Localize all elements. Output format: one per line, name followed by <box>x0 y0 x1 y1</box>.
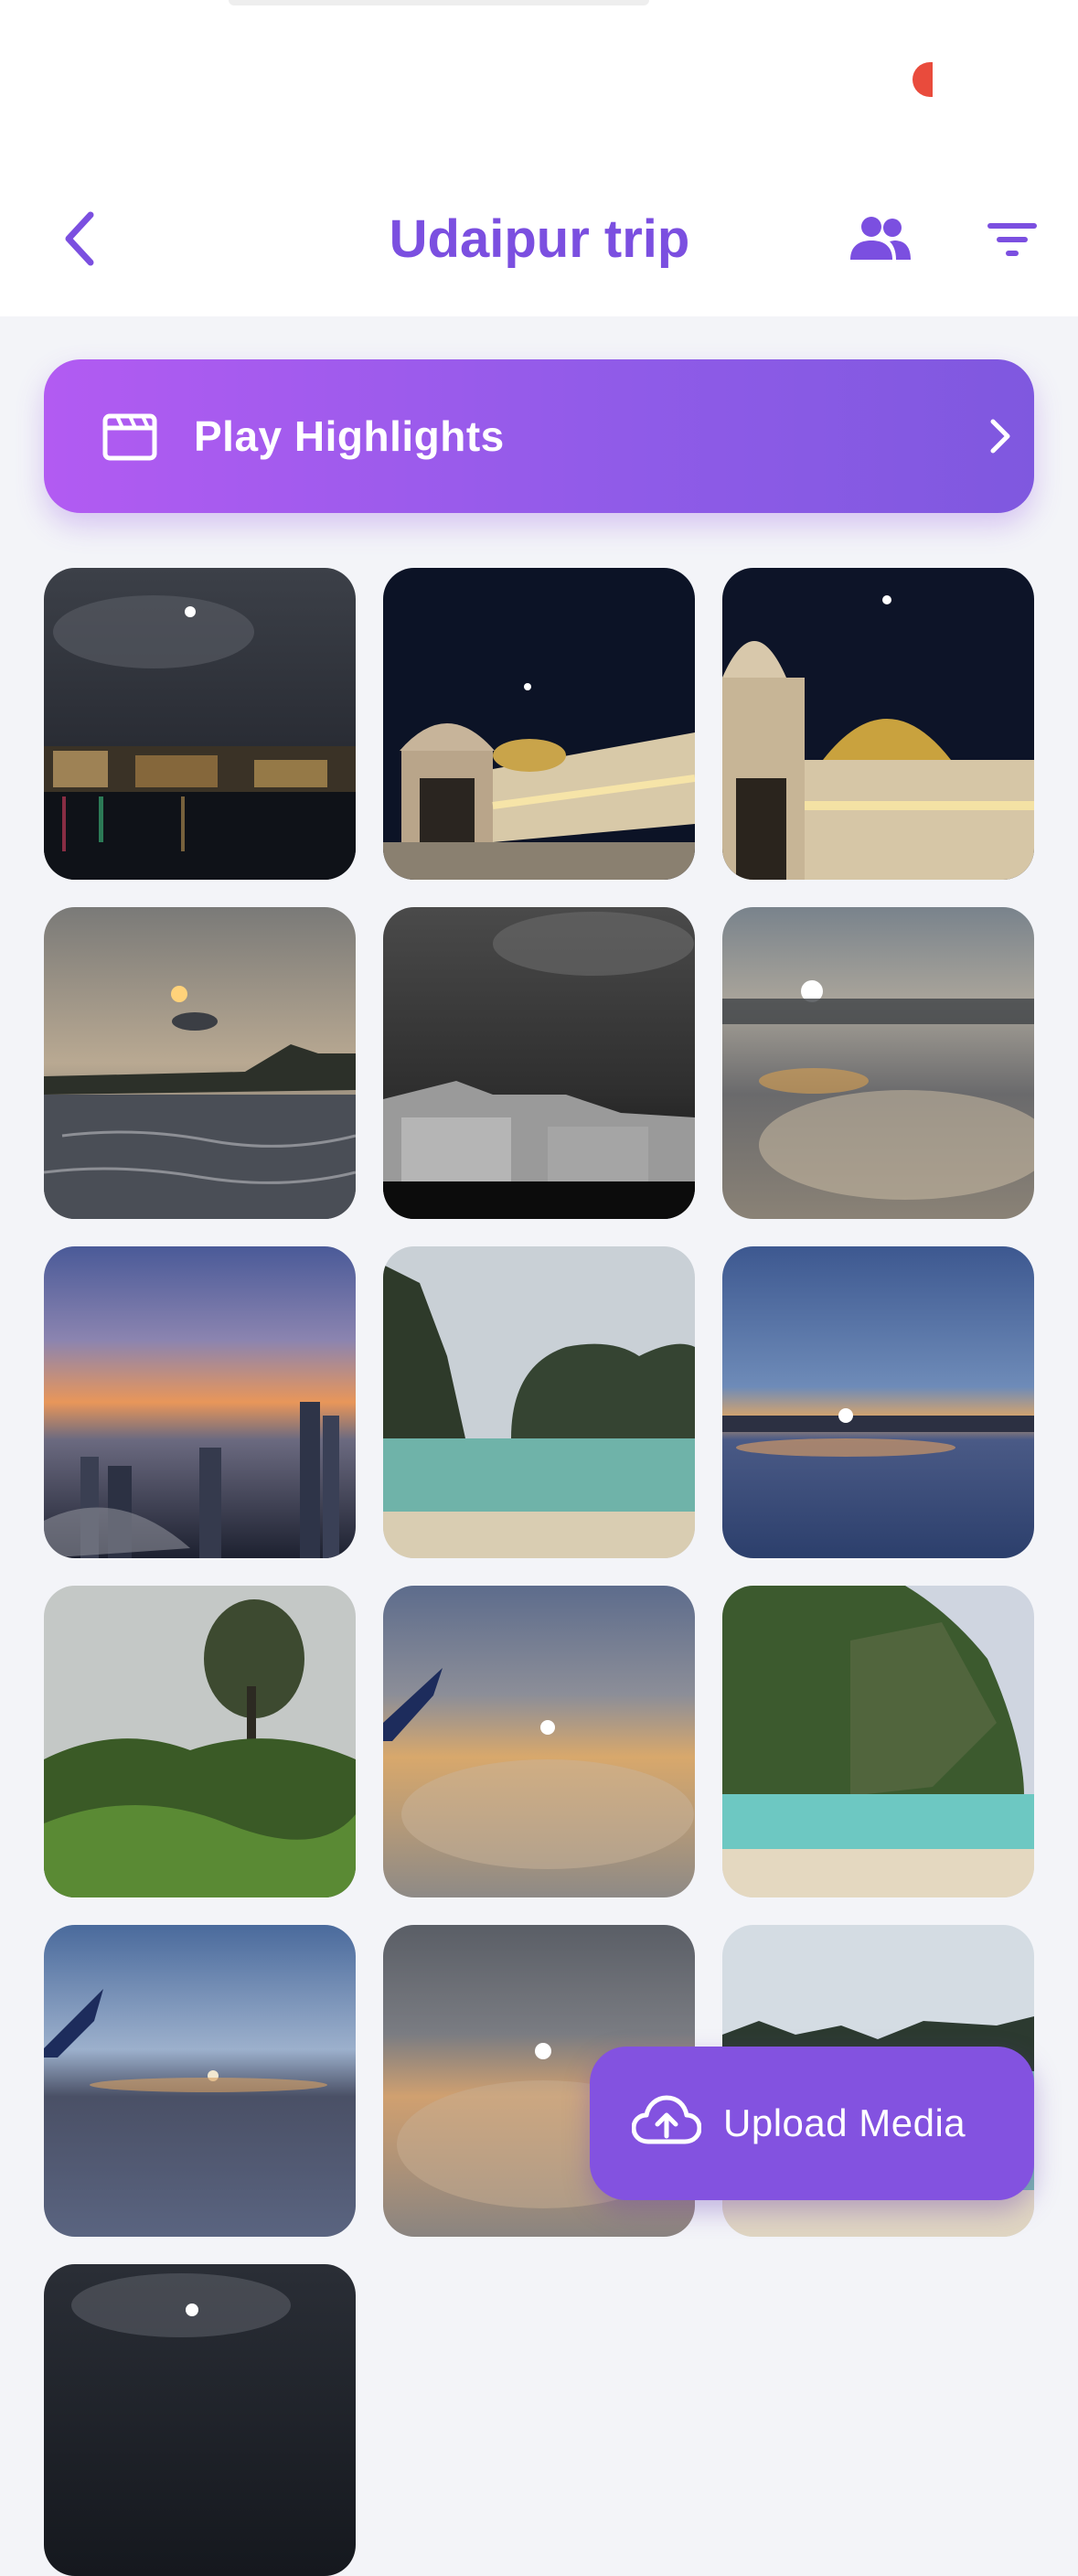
photo-city-skyline-dusk[interactable] <box>44 1246 356 1558</box>
photo-palace-domes-night[interactable] <box>383 568 695 880</box>
filter-button[interactable] <box>982 214 1042 265</box>
play-highlights-label: Play Highlights <box>194 412 505 460</box>
status-bar <box>0 0 1078 183</box>
page-title: Udaipur trip <box>389 209 690 269</box>
filter-icon <box>987 223 1037 256</box>
members-button[interactable] <box>845 210 914 265</box>
photo-limestone-cliffs-bay[interactable] <box>383 1246 695 1558</box>
photo-wing-sky-clouds[interactable] <box>44 1925 356 2237</box>
dynamic-island-edge <box>229 0 649 5</box>
photo-night-lake-city[interactable] <box>44 568 356 880</box>
photo-bw-night-city[interactable] <box>383 907 695 1219</box>
chevron-right-icon <box>990 419 1010 454</box>
photo-horizon-sunrise[interactable] <box>722 1246 1034 1558</box>
photo-green-cliff-beach[interactable] <box>722 1586 1034 1897</box>
cloud-upload-icon <box>632 2095 701 2144</box>
back-button[interactable] <box>48 207 112 271</box>
photo-palace-dome-closeup[interactable] <box>722 568 1034 880</box>
photo-sunset-lake-hills[interactable] <box>44 907 356 1219</box>
people-icon <box>850 217 911 260</box>
photo-tall-tree-forest[interactable] <box>44 1586 356 1897</box>
upload-media-button[interactable]: Upload Media <box>590 2047 1034 2200</box>
recording-indicator <box>913 62 933 97</box>
album-header: Udaipur trip <box>0 183 1078 316</box>
photo-wing-sunset-clouds[interactable] <box>383 1586 695 1897</box>
upload-media-label: Upload Media <box>723 2101 966 2144</box>
chevron-left-icon <box>65 211 94 266</box>
photo-sun-above-clouds[interactable] <box>722 907 1034 1219</box>
clapperboard-icon <box>102 413 157 461</box>
play-highlights-button[interactable]: Play Highlights <box>44 359 1034 513</box>
photo-night-moon-partial[interactable] <box>44 2264 356 2576</box>
